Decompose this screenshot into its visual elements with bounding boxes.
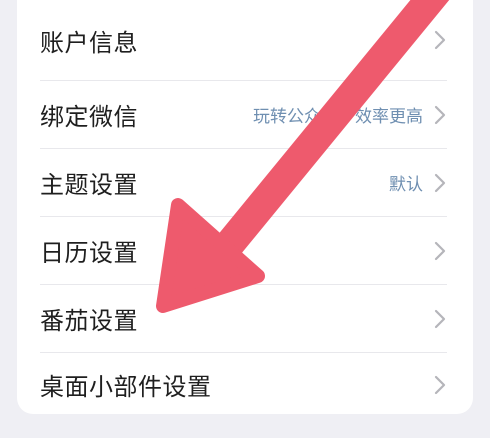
settings-item-account-info[interactable]: 账户信息 (40, 0, 447, 81)
settings-item-label: 账户信息 (40, 28, 138, 57)
settings-item-desktop-widget[interactable]: 桌面小部件设置 (40, 353, 447, 416)
settings-item-pomodoro[interactable]: 番茄设置 (40, 285, 447, 353)
settings-item-label: 日历设置 (40, 239, 138, 267)
chevron-right-icon (433, 309, 447, 329)
settings-item-value: 默认 (389, 175, 423, 195)
chevron-right-icon (433, 241, 447, 261)
chevron-right-icon (433, 105, 447, 125)
settings-item-calendar[interactable]: 日历设置 (40, 217, 447, 285)
chevron-right-icon (433, 375, 447, 395)
settings-item-theme[interactable]: 主题设置 默认 (40, 149, 447, 217)
settings-item-bind-wechat[interactable]: 绑定微信 玩转公众号，效率更高 (40, 81, 447, 149)
chevron-right-icon (433, 173, 447, 193)
settings-item-value: 玩转公众号，效率更高 (253, 107, 423, 127)
settings-item-label: 桌面小部件设置 (40, 373, 212, 401)
settings-card: 账户信息 绑定微信 玩转公众号，效率更高 主题设置 默认 日历设置 番茄设置 桌… (17, 0, 473, 414)
settings-item-label: 绑定微信 (40, 103, 138, 131)
settings-item-label: 主题设置 (40, 171, 138, 199)
chevron-right-icon (433, 30, 447, 50)
settings-item-label: 番茄设置 (40, 307, 138, 335)
